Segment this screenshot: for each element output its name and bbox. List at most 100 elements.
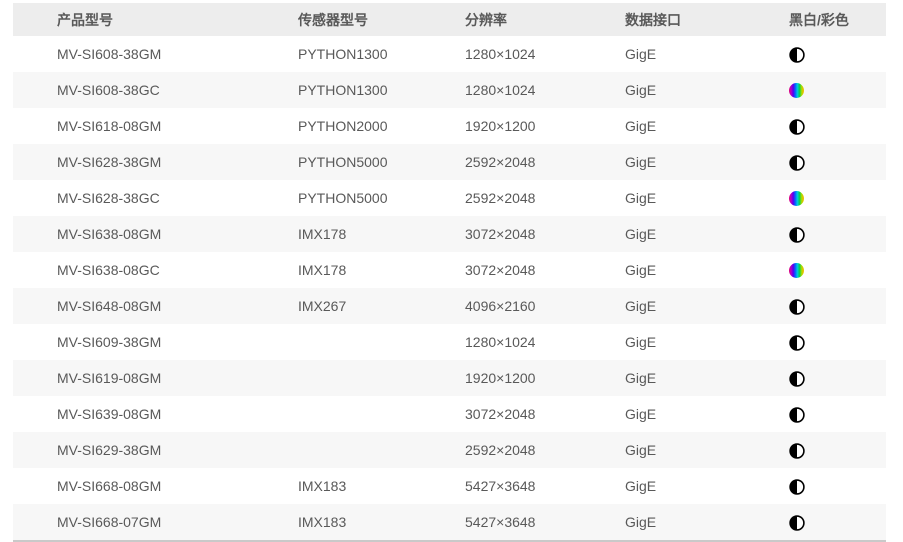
table-row: MV-SI668-08GMIMX1835427×3648GigE: [13, 468, 886, 504]
mono-half-black-circle-icon: [789, 333, 805, 350]
cell-product-model: MV-SI608-38GM: [13, 46, 298, 62]
cell-data-interface: GigE: [625, 190, 785, 206]
mono-half-black-circle-icon: [789, 117, 805, 134]
cell-data-interface: GigE: [625, 478, 785, 494]
cell-sensor-model: IMX183: [298, 514, 465, 530]
cell-product-model: MV-SI619-08GM: [13, 370, 298, 386]
color-spectrum-circle-icon: [789, 191, 804, 206]
cell-data-interface: GigE: [625, 334, 785, 350]
table-row: MV-SI608-38GMPYTHON13001280×1024GigE: [13, 36, 886, 72]
cell-resolution: 2592×2048: [465, 154, 625, 170]
mono-half-black-circle-icon: [789, 477, 805, 494]
cell-product-model: MV-SI648-08GM: [13, 298, 298, 314]
cell-data-interface: GigE: [625, 154, 785, 170]
cell-data-interface: GigE: [625, 442, 785, 458]
cell-resolution: 1920×1200: [465, 118, 625, 134]
mono-half-black-circle-icon: [789, 441, 805, 458]
cell-chroma: [785, 333, 886, 350]
cell-product-model: MV-SI638-08GC: [13, 262, 298, 278]
cell-sensor-model: PYTHON1300: [298, 46, 465, 62]
cell-resolution: 5427×3648: [465, 478, 625, 494]
mono-half-black-circle-icon: [789, 153, 805, 170]
cell-product-model: MV-SI668-08GM: [13, 478, 298, 494]
cell-data-interface: GigE: [625, 370, 785, 386]
column-header-model: 产品型号: [13, 10, 298, 30]
cell-product-model: MV-SI629-38GM: [13, 442, 298, 458]
cell-data-interface: GigE: [625, 118, 785, 134]
table-row: MV-SI638-08GCIMX1783072×2048GigE: [13, 252, 886, 288]
cell-resolution: 5427×3648: [465, 514, 625, 530]
cell-resolution: 2592×2048: [465, 190, 625, 206]
cell-chroma: [785, 263, 886, 278]
cell-data-interface: GigE: [625, 226, 785, 242]
cell-product-model: MV-SI639-08GM: [13, 406, 298, 422]
cell-product-model: MV-SI668-07GM: [13, 514, 298, 530]
cell-chroma: [785, 477, 886, 494]
column-header-sensor: 传感器型号: [298, 10, 465, 30]
table-body: MV-SI608-38GMPYTHON13001280×1024GigEMV-S…: [13, 36, 886, 540]
mono-half-black-circle-icon: [789, 225, 805, 242]
table-header-row: 产品型号 传感器型号 分辨率 数据接口 黑白/彩色: [13, 3, 886, 36]
cell-chroma: [785, 153, 886, 170]
cell-sensor-model: IMX267: [298, 298, 465, 314]
table-row: MV-SI609-38GM 1280×1024GigE: [13, 324, 886, 360]
cell-sensor-model: PYTHON5000: [298, 154, 465, 170]
cell-chroma: [785, 405, 886, 422]
mono-half-black-circle-icon: [789, 45, 805, 62]
product-spec-table: 产品型号 传感器型号 分辨率 数据接口 黑白/彩色 MV-SI608-38GMP…: [13, 3, 886, 542]
cell-data-interface: GigE: [625, 262, 785, 278]
table-row: MV-SI639-08GM 3072×2048GigE: [13, 396, 886, 432]
cell-chroma: [785, 117, 886, 134]
cell-chroma: [785, 45, 886, 62]
cell-sensor-model: PYTHON2000: [298, 118, 465, 134]
cell-product-model: MV-SI628-38GM: [13, 154, 298, 170]
cell-resolution: 2592×2048: [465, 442, 625, 458]
cell-chroma: [785, 83, 886, 98]
cell-sensor-model: IMX178: [298, 262, 465, 278]
cell-chroma: [785, 191, 886, 206]
cell-chroma: [785, 297, 886, 314]
cell-chroma: [785, 225, 886, 242]
mono-half-black-circle-icon: [789, 297, 805, 314]
table-row: MV-SI618-08GMPYTHON20001920×1200GigE: [13, 108, 886, 144]
table-row: MV-SI619-08GM 1920×1200GigE: [13, 360, 886, 396]
cell-sensor-model: PYTHON1300: [298, 82, 465, 98]
table-row: MV-SI628-38GCPYTHON50002592×2048GigE: [13, 180, 886, 216]
cell-data-interface: GigE: [625, 406, 785, 422]
table-row: MV-SI648-08GMIMX2674096×2160GigE: [13, 288, 886, 324]
cell-product-model: MV-SI608-38GC: [13, 82, 298, 98]
cell-product-model: MV-SI628-38GC: [13, 190, 298, 206]
table-row: MV-SI628-38GMPYTHON50002592×2048GigE: [13, 144, 886, 180]
cell-chroma: [785, 441, 886, 458]
color-spectrum-circle-icon: [789, 263, 804, 278]
mono-half-black-circle-icon: [789, 513, 805, 530]
mono-half-black-circle-icon: [789, 369, 805, 386]
cell-resolution: 3072×2048: [465, 226, 625, 242]
color-spectrum-circle-icon: [789, 83, 804, 98]
table-row: MV-SI608-38GCPYTHON13001280×1024GigE: [13, 72, 886, 108]
cell-data-interface: GigE: [625, 46, 785, 62]
cell-resolution: 1920×1200: [465, 370, 625, 386]
cell-resolution: 4096×2160: [465, 298, 625, 314]
cell-resolution: 3072×2048: [465, 406, 625, 422]
cell-resolution: 1280×1024: [465, 334, 625, 350]
table-row: MV-SI629-38GM 2592×2048GigE: [13, 432, 886, 468]
cell-product-model: MV-SI609-38GM: [13, 334, 298, 350]
cell-product-model: MV-SI638-08GM: [13, 226, 298, 242]
column-header-resolution: 分辨率: [465, 10, 625, 30]
cell-product-model: MV-SI618-08GM: [13, 118, 298, 134]
cell-chroma: [785, 369, 886, 386]
mono-half-black-circle-icon: [789, 405, 805, 422]
cell-resolution: 3072×2048: [465, 262, 625, 278]
cell-chroma: [785, 513, 886, 530]
cell-data-interface: GigE: [625, 298, 785, 314]
cell-data-interface: GigE: [625, 514, 785, 530]
column-header-chroma: 黑白/彩色: [785, 10, 886, 30]
table-row: MV-SI668-07GMIMX1835427×3648GigE: [13, 504, 886, 540]
cell-resolution: 1280×1024: [465, 46, 625, 62]
cell-sensor-model: PYTHON5000: [298, 190, 465, 206]
column-header-interface: 数据接口: [625, 10, 785, 30]
cell-sensor-model: IMX178: [298, 226, 465, 242]
cell-sensor-model: IMX183: [298, 478, 465, 494]
cell-data-interface: GigE: [625, 82, 785, 98]
